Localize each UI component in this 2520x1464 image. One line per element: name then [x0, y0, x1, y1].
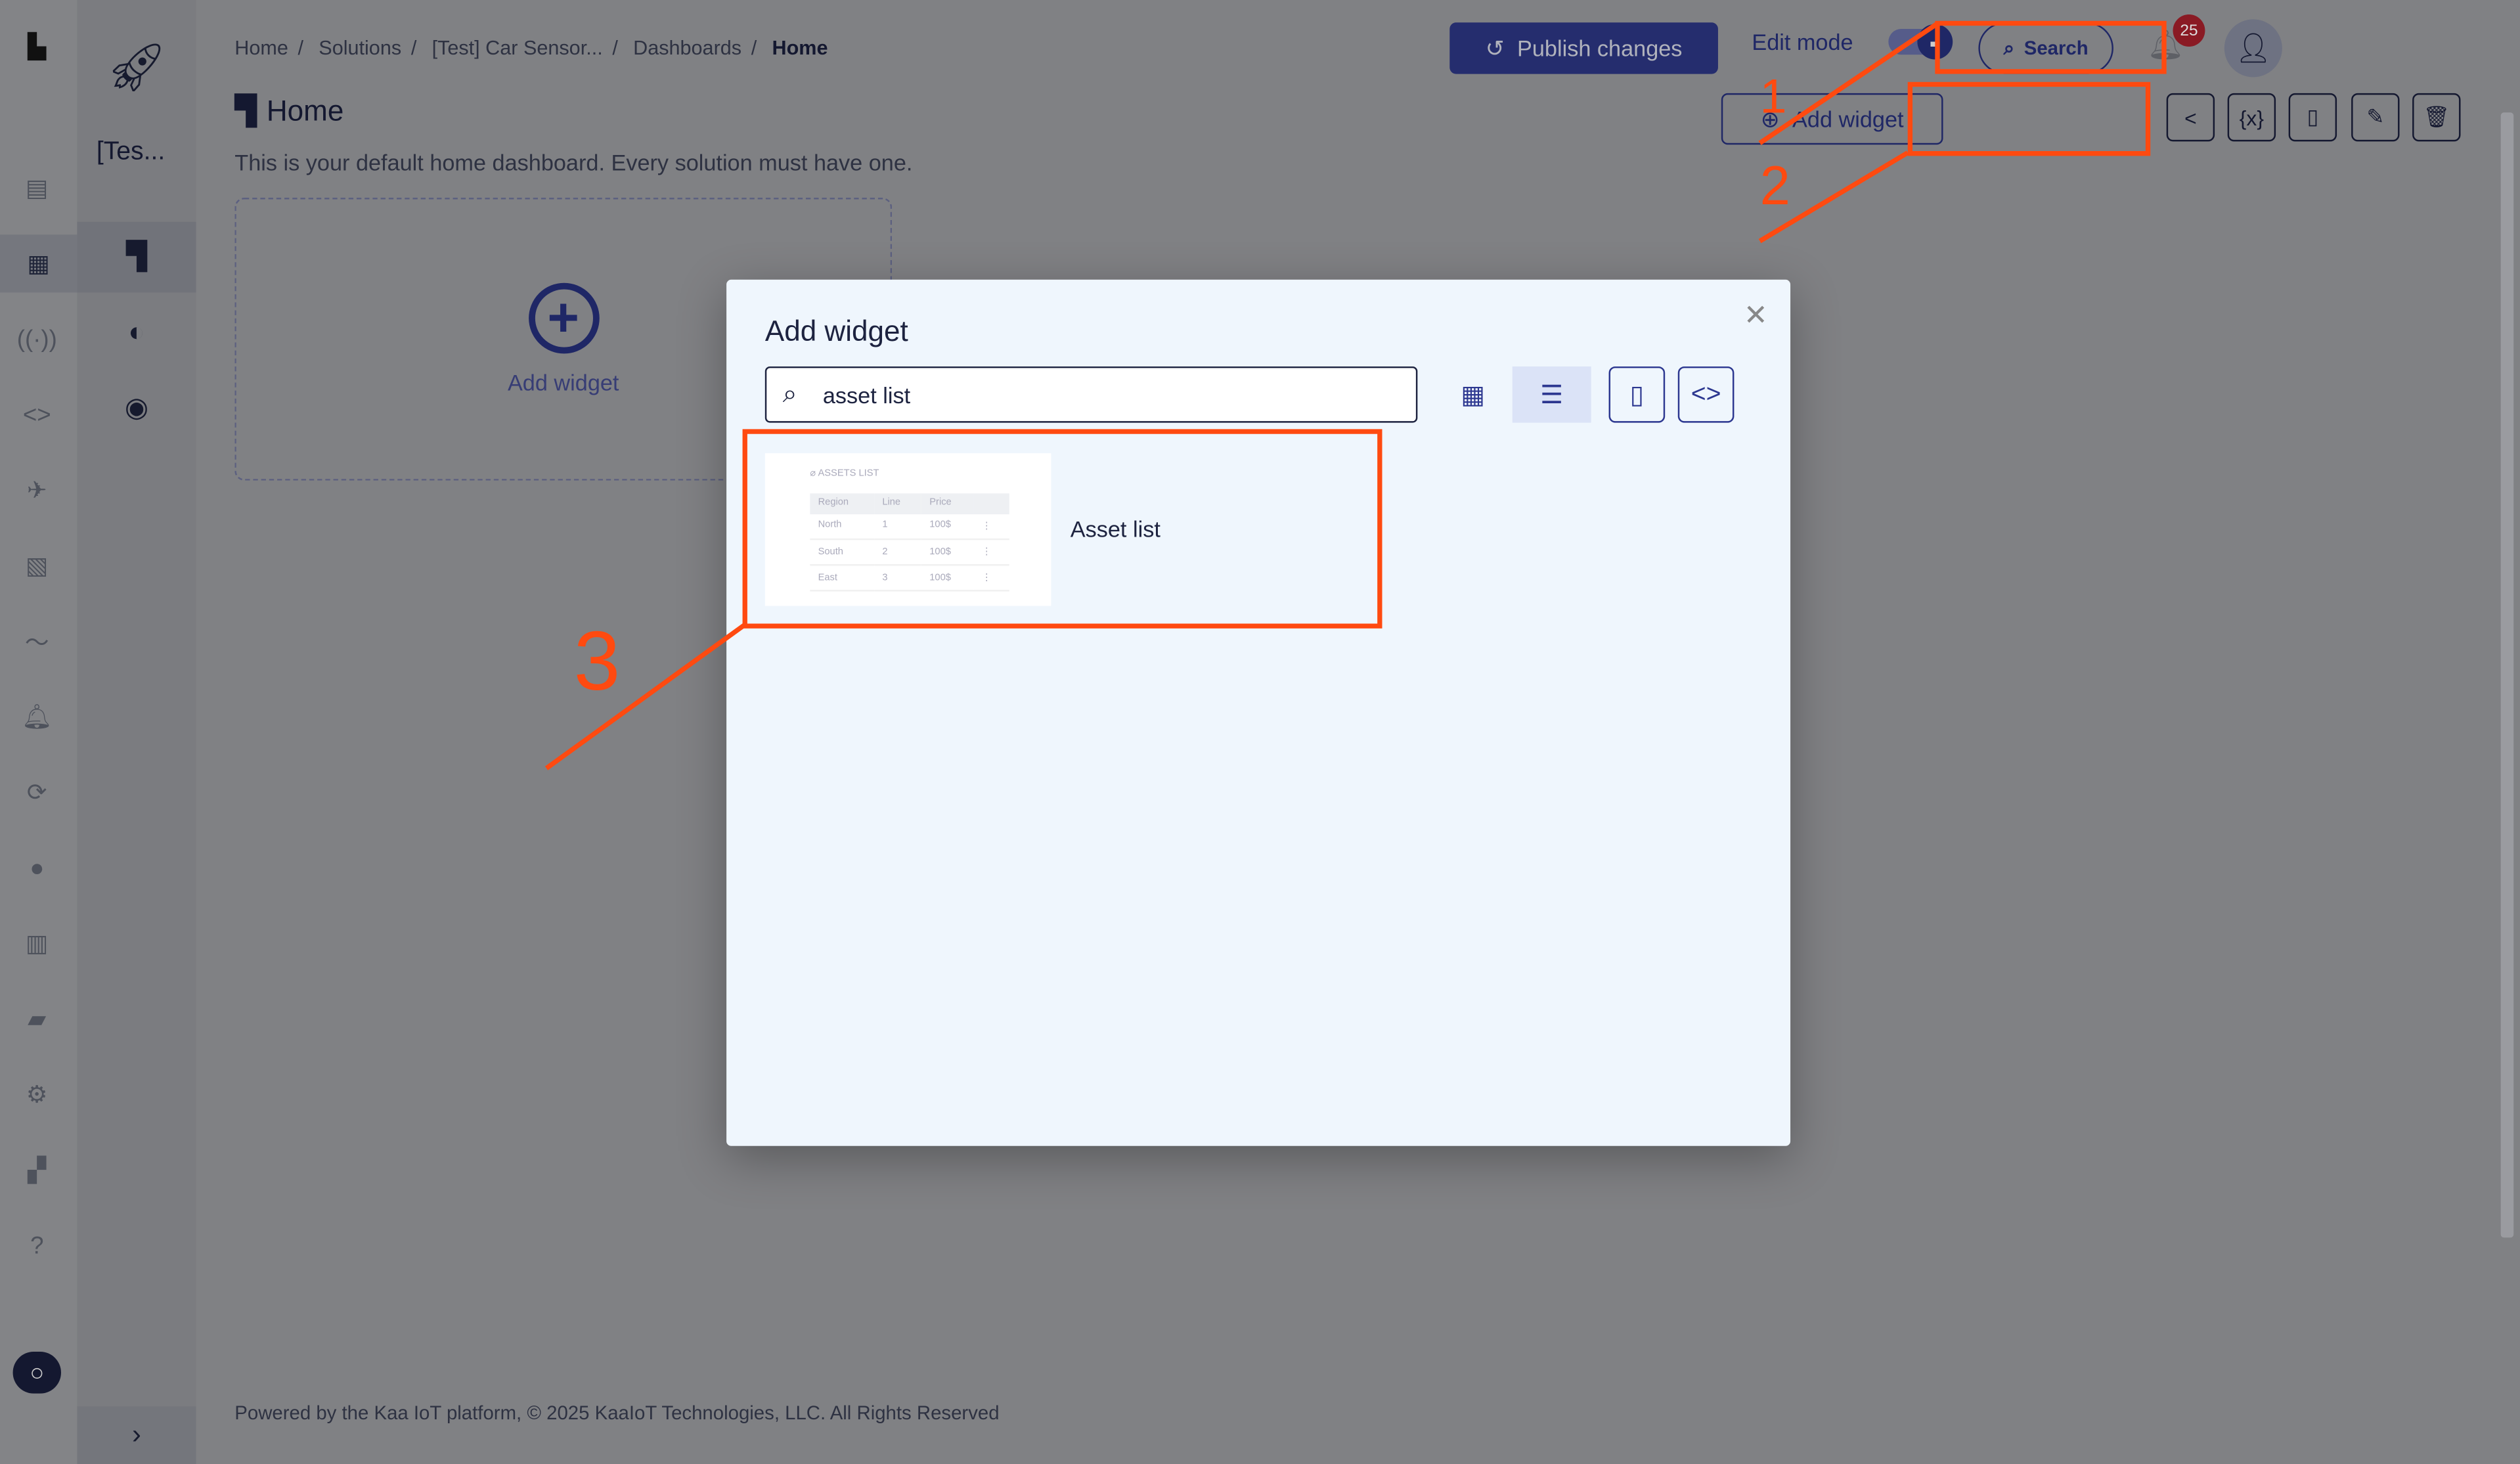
analytics-icon[interactable]: 〜 [19, 623, 55, 659]
page-description: This is your default home dashboard. Eve… [234, 149, 913, 175]
grid-view-icon[interactable]: ▦ [1434, 366, 1513, 423]
toggle-switch[interactable]: 🔓︎ [1888, 24, 1953, 60]
chevron-right-icon[interactable]: › [77, 1406, 196, 1464]
dashboard-icon[interactable]: ▜ [77, 221, 196, 293]
breadcrumb-item[interactable]: [Test] Car Sensor... [432, 37, 603, 59]
building-icon[interactable]: ▥ [19, 926, 55, 962]
dashboard-list-icon[interactable]: ▤ [19, 170, 55, 206]
widget-preview: ⌀ ASSETS LIST Region Line Price North 1 100$… [764, 452, 1051, 606]
close-icon[interactable]: ✕ [1744, 299, 1768, 332]
search-icon: ⌕ [782, 380, 797, 408]
widget-result-asset-list[interactable]: ⌀ ASSETS LIST Region Line Price North 1 100$… [749, 434, 1379, 624]
search-value: asset list [822, 382, 911, 408]
sync-icon[interactable]: ⟳ [19, 775, 55, 810]
plus-circle-icon: ⊕ [1760, 105, 1780, 131]
edit-mode-label: Edit mode [1752, 29, 1853, 55]
code-icon[interactable]: <> [1677, 366, 1735, 423]
add-widget-button[interactable]: ⊕ Add widget [1721, 93, 1943, 145]
search-button[interactable]: ⌕ Search [1978, 22, 2113, 74]
map-icon[interactable]: ▧ [19, 548, 55, 583]
search-label: Search [2023, 37, 2089, 60]
share-icon[interactable]: < [2166, 93, 2215, 142]
page-title: ▜ Home [234, 95, 343, 128]
list-view-icon[interactable]: ☰ [1512, 366, 1591, 423]
widgets-icon[interactable]: ▞ [19, 1153, 55, 1188]
globe-icon[interactable]: ◉ [77, 373, 196, 444]
search-icon: ⌕ [2003, 36, 2015, 59]
breadcrumb-item[interactable]: Home [234, 37, 288, 59]
preview-title: ⌀ ASSETS LIST [810, 468, 879, 479]
folder-icon[interactable]: ▰ [19, 1002, 55, 1037]
edit-pencil-icon[interactable]: ✎ [2351, 93, 2400, 142]
breadcrumb: Home / Solutions / [Test] Car Sensor... / D… [234, 37, 828, 60]
bell-icon[interactable]: 🔔︎ [19, 699, 55, 734]
breadcrumb-current: Home [772, 37, 828, 60]
kaa-logo-icon[interactable]: ▙ [19, 29, 55, 64]
user-icon[interactable]: ● [19, 851, 55, 886]
edit-mode-toggle[interactable]: Edit mode 🔓︎ [1752, 24, 1953, 60]
unlock-icon: 🔓︎ [1917, 24, 1953, 60]
add-widget-label: Add widget [1792, 106, 1904, 132]
main-rail: ▙ ▤ ▦ ((·)) <> ✈ ▧ 〜 🔔︎ ⟳ ● ▥ ▰ ⚙ ▞ ? ○ [0, 0, 77, 1464]
gear-icon[interactable]: ⚙ [19, 1077, 55, 1113]
breadcrumb-item[interactable]: Dashboards [633, 37, 741, 59]
preview-table: Region Line Price North 1 100$ ⋮ South 2 100$ ⋮ … [810, 493, 1009, 592]
devices-icon[interactable]: ((·)) [17, 321, 57, 357]
breadcrumb-item[interactable]: Solutions [319, 37, 401, 59]
add-widget-dialog: Add widget ✕ ⌕ asset list ▦ ☰ ▯ <> ⌀ ASSE… [726, 279, 1791, 1146]
publish-changes-button[interactable]: ↺ Publish changes [1449, 22, 1718, 74]
scrollbar[interactable] [2500, 112, 2514, 1238]
notification-badge: 25 [2173, 14, 2205, 47]
solution-name: [Tes... [96, 138, 166, 166]
help-icon[interactable]: ? [19, 1228, 55, 1264]
page-title-text: Home [266, 95, 344, 127]
rocket-icon[interactable]: ✈ [19, 472, 55, 508]
user-avatar[interactable]: 👤︎ [2224, 19, 2282, 78]
undo-icon: ↺ [1485, 34, 1505, 60]
apps-grid-icon[interactable]: ▦ [0, 234, 77, 293]
app: ▙ ▤ ▦ ((·)) <> ✈ ▧ 〜 🔔︎ ⟳ ● ▥ ▰ ⚙ ▞ ? ○ … [0, 0, 2520, 1464]
theme-icon[interactable]: ◐ [77, 298, 196, 368]
solution-rocket-logo: 🚀︎ [106, 41, 167, 95]
dashboard-icon: ▜ [234, 95, 257, 127]
chat-bubble-icon[interactable]: ○ [12, 1352, 61, 1394]
widget-result-label: Asset list [1070, 516, 1161, 542]
clipboard-icon[interactable]: ▯ [2288, 93, 2337, 142]
variables-icon[interactable]: {x} [2227, 93, 2276, 142]
solution-sidebar: 🚀︎ [Tes... ▜ ◐ ◉ › [77, 0, 196, 1464]
code-icon[interactable]: <> [19, 397, 55, 432]
publish-label: Publish changes [1517, 35, 1683, 61]
widget-search-input[interactable]: ⌕ asset list [764, 366, 1418, 423]
delete-trash-icon[interactable]: 🗑︎ [2412, 93, 2461, 142]
dialog-title: Add widget [764, 315, 908, 347]
clipboard-icon[interactable]: ▯ [1608, 366, 1666, 423]
plus-circle-icon: + [527, 282, 599, 354]
placeholder-label: Add widget [507, 369, 619, 395]
footer: Powered by the Kaa IoT platform, © 2025 … [234, 1401, 1000, 1425]
